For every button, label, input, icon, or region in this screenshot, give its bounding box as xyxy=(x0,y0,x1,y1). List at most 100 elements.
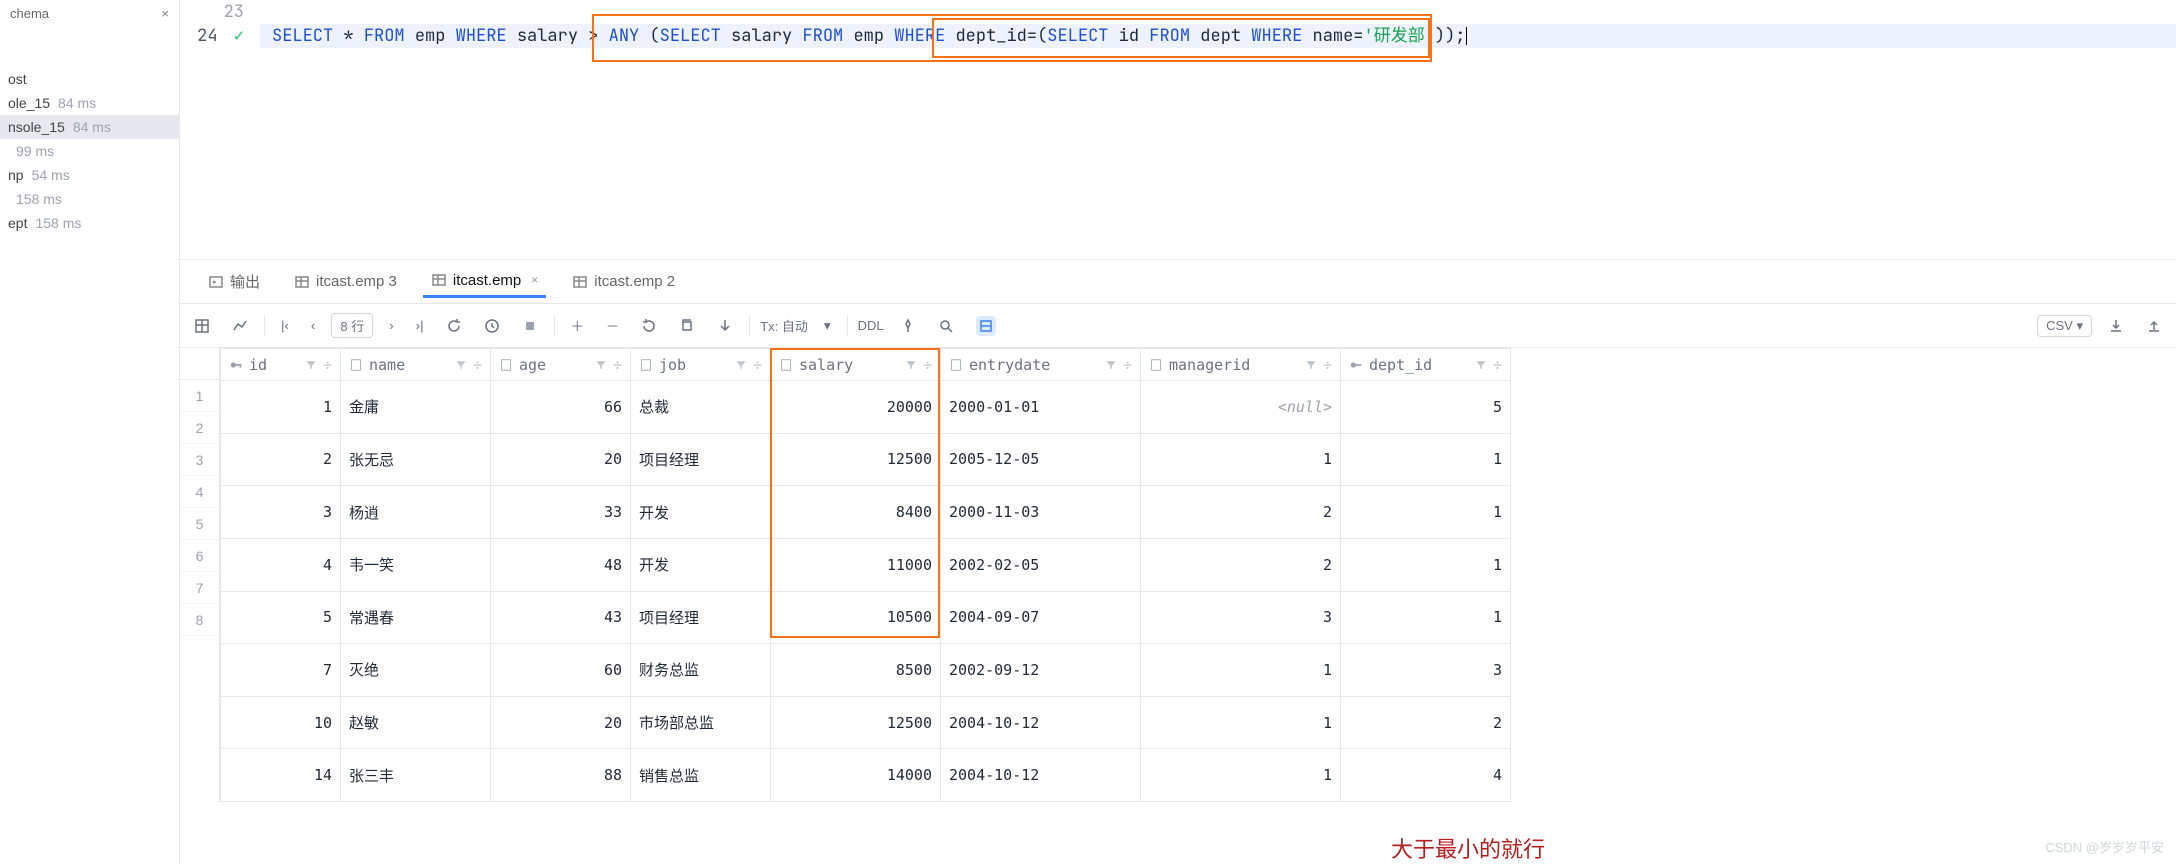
chart-view-icon[interactable] xyxy=(226,314,254,338)
result-table[interactable]: id÷name÷age÷job÷salary÷entrydate÷manager… xyxy=(220,348,1511,802)
row-number[interactable]: 8 xyxy=(180,604,219,636)
cell-job[interactable]: 总裁 xyxy=(631,381,771,434)
refresh-icon[interactable] xyxy=(440,314,468,338)
column-header-dept_id[interactable]: dept_id÷ xyxy=(1341,349,1511,381)
cell-name[interactable]: 杨逍 xyxy=(341,486,491,539)
cell-salary[interactable]: 12500 xyxy=(771,696,941,749)
cell-managerid[interactable]: 1 xyxy=(1141,696,1341,749)
cell-id[interactable]: 7 xyxy=(221,644,341,697)
clone-icon[interactable] xyxy=(673,314,701,338)
row-number[interactable]: 6 xyxy=(180,540,219,572)
console-history-item[interactable]: 99 ms xyxy=(0,139,179,163)
cell-job[interactable]: 开发 xyxy=(631,538,771,591)
column-header-age[interactable]: age÷ xyxy=(491,349,631,381)
cell-name[interactable]: 张无忌 xyxy=(341,433,491,486)
table-row[interactable]: 3杨逍33开发84002000-11-0321 xyxy=(221,486,1511,539)
cell-age[interactable]: 66 xyxy=(491,381,631,434)
column-header-id[interactable]: id÷ xyxy=(221,349,341,381)
row-number[interactable]: 5 xyxy=(180,508,219,540)
search-icon[interactable] xyxy=(932,314,960,338)
tx-dropdown-icon[interactable]: ▾ xyxy=(818,314,837,338)
result-tab[interactable]: itcast.emp 2 xyxy=(564,267,683,296)
ddl-label[interactable]: DDL xyxy=(858,318,884,333)
cell-name[interactable]: 张三丰 xyxy=(341,749,491,802)
cell-age[interactable]: 88 xyxy=(491,749,631,802)
cell-entrydate[interactable]: 2002-02-05 xyxy=(941,538,1141,591)
add-row-icon[interactable]: ＋ xyxy=(565,312,590,339)
result-tab[interactable]: 输出 xyxy=(200,265,268,298)
cell-job[interactable]: 财务总监 xyxy=(631,644,771,697)
cell-entrydate[interactable]: 2000-01-01 xyxy=(941,381,1141,434)
cell-name[interactable]: 常遇春 xyxy=(341,591,491,644)
stop-icon[interactable] xyxy=(516,314,544,338)
cell-age[interactable]: 60 xyxy=(491,644,631,697)
console-history-item[interactable]: np54 ms xyxy=(0,163,179,187)
pin-icon[interactable] xyxy=(894,314,922,338)
sql-line[interactable]: SELECT * FROM emp WHERE salary > ANY (SE… xyxy=(260,24,2176,48)
cell-name[interactable]: 赵敏 xyxy=(341,696,491,749)
revert-icon[interactable] xyxy=(635,314,663,338)
commit-icon[interactable] xyxy=(711,314,739,338)
cell-dept_id[interactable]: 1 xyxy=(1341,433,1511,486)
upload-icon[interactable] xyxy=(2140,314,2168,338)
close-icon[interactable]: × xyxy=(531,273,538,287)
cell-job[interactable]: 项目经理 xyxy=(631,433,771,486)
cell-dept_id[interactable]: 1 xyxy=(1341,486,1511,539)
cell-id[interactable]: 3 xyxy=(221,486,341,539)
cell-dept_id[interactable]: 1 xyxy=(1341,591,1511,644)
cell-entrydate[interactable]: 2004-09-07 xyxy=(941,591,1141,644)
cell-entrydate[interactable]: 2004-10-12 xyxy=(941,696,1141,749)
cell-age[interactable]: 20 xyxy=(491,433,631,486)
cell-dept_id[interactable]: 5 xyxy=(1341,381,1511,434)
next-page-icon[interactable]: › xyxy=(383,314,399,337)
table-view-icon[interactable] xyxy=(188,314,216,338)
cell-salary[interactable]: 12500 xyxy=(771,433,941,486)
column-header-name[interactable]: name÷ xyxy=(341,349,491,381)
console-history-item[interactable]: ole_1584 ms xyxy=(0,91,179,115)
column-header-job[interactable]: job÷ xyxy=(631,349,771,381)
result-tab[interactable]: itcast.emp× xyxy=(423,266,546,298)
cell-age[interactable]: 20 xyxy=(491,696,631,749)
cell-dept_id[interactable]: 1 xyxy=(1341,538,1511,591)
rows-count[interactable]: 8 行 xyxy=(331,313,373,338)
cell-managerid[interactable]: 2 xyxy=(1141,486,1341,539)
table-row[interactable]: 7灭绝60财务总监85002002-09-1213 xyxy=(221,644,1511,697)
cell-age[interactable]: 33 xyxy=(491,486,631,539)
cell-managerid[interactable]: 1 xyxy=(1141,749,1341,802)
cell-job[interactable]: 开发 xyxy=(631,486,771,539)
cell-dept_id[interactable]: 3 xyxy=(1341,644,1511,697)
last-page-icon[interactable]: ›| xyxy=(410,314,430,337)
cell-job[interactable]: 销售总监 xyxy=(631,749,771,802)
cell-entrydate[interactable]: 2002-09-12 xyxy=(941,644,1141,697)
sql-editor[interactable]: 23 24 ✓ SELECT * FROM emp WHERE salary >… xyxy=(180,0,2176,260)
cell-id[interactable]: 2 xyxy=(221,433,341,486)
table-row[interactable]: 10赵敏20市场部总监125002004-10-1212 xyxy=(221,696,1511,749)
cell-id[interactable]: 14 xyxy=(221,749,341,802)
row-number[interactable]: 2 xyxy=(180,412,219,444)
close-icon[interactable]: × xyxy=(161,6,169,21)
cell-job[interactable]: 市场部总监 xyxy=(631,696,771,749)
column-header-salary[interactable]: salary÷ xyxy=(771,349,941,381)
cell-salary[interactable]: 11000 xyxy=(771,538,941,591)
cell-id[interactable]: 4 xyxy=(221,538,341,591)
first-page-icon[interactable]: |‹ xyxy=(275,314,295,337)
cell-dept_id[interactable]: 2 xyxy=(1341,696,1511,749)
console-history-item[interactable]: 158 ms xyxy=(0,187,179,211)
cell-managerid[interactable]: 1 xyxy=(1141,433,1341,486)
prev-page-icon[interactable]: ‹ xyxy=(305,314,321,337)
cell-entrydate[interactable]: 2000-11-03 xyxy=(941,486,1141,539)
column-header-managerid[interactable]: managerid÷ xyxy=(1141,349,1341,381)
cell-entrydate[interactable]: 2004-10-12 xyxy=(941,749,1141,802)
cell-job[interactable]: 项目经理 xyxy=(631,591,771,644)
column-header-entrydate[interactable]: entrydate÷ xyxy=(941,349,1141,381)
table-row[interactable]: 2张无忌20项目经理125002005-12-0511 xyxy=(221,433,1511,486)
table-row[interactable]: 4韦一笑48开发110002002-02-0521 xyxy=(221,538,1511,591)
cell-dept_id[interactable]: 4 xyxy=(1341,749,1511,802)
cell-salary[interactable]: 8400 xyxy=(771,486,941,539)
console-history-item[interactable]: nsole_1584 ms xyxy=(0,115,179,139)
cell-name[interactable]: 金庸 xyxy=(341,381,491,434)
cell-entrydate[interactable]: 2005-12-05 xyxy=(941,433,1141,486)
row-number[interactable]: 4 xyxy=(180,476,219,508)
cell-age[interactable]: 48 xyxy=(491,538,631,591)
cell-age[interactable]: 43 xyxy=(491,591,631,644)
